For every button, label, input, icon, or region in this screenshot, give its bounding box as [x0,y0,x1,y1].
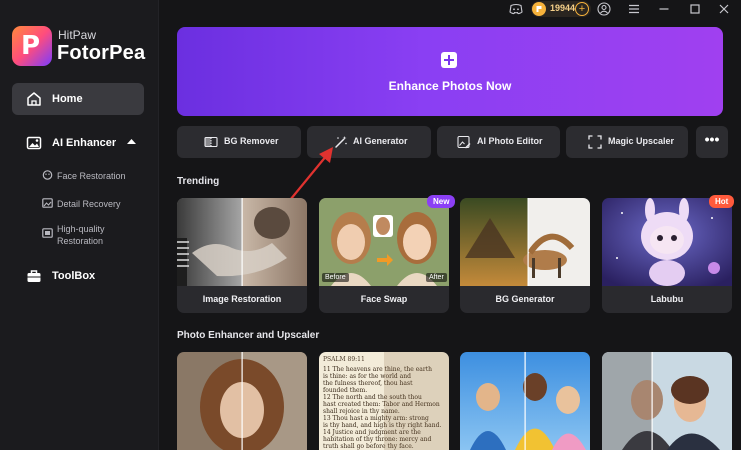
card-enhancer-document[interactable]: PSALM 89:11 11 The heavens are thine, th… [319,352,449,450]
sidebar-item-label: AI Enhancer [52,137,117,149]
blur-half-overlay [384,352,449,450]
before-label: Before [322,273,349,282]
ai-photo-editor-button[interactable]: AI Photo Editor [437,126,560,158]
card-bg-generator[interactable]: BG Generator [460,198,590,313]
minimize-icon[interactable] [657,2,671,16]
bg-remover-icon [204,136,218,148]
sidebar-item-ai-enhancer[interactable]: AI Enhancer [12,128,144,156]
card-label: Labubu [650,294,684,304]
chevron-up-icon[interactable] [127,138,136,145]
coin-balance[interactable]: 19944 + [531,1,591,17]
couple-photo-thumbnail [602,352,732,450]
tool-label: AI Generator [353,136,408,146]
tool-label: Magic Upscaler [608,136,675,146]
labubu-thumbnail [602,198,732,286]
menu-icon[interactable] [627,2,641,16]
psalm-line: founded them. [323,387,368,394]
sidebar-subitem-face-restoration[interactable]: Face Restoration [57,170,126,182]
card-enhancer-portrait[interactable] [177,352,307,450]
card-label: Face Swap [360,294,408,304]
add-coins-button[interactable]: + [575,2,589,16]
app-logo-icon: P [12,26,52,66]
coin-count: 19944 [550,3,576,13]
upscale-icon [588,135,602,149]
card-label: Image Restoration [202,294,282,304]
account-icon[interactable] [597,2,611,16]
sidebar-subitem-high-quality-restoration[interactable]: High-quality Restoration [57,223,137,247]
enhance-photos-button[interactable]: Enhance Photos Now [177,27,723,116]
group-photo-thumbnail [460,352,590,450]
sidebar-item-home[interactable]: Home [12,83,144,115]
card-image-restoration[interactable]: Image Restoration [177,198,307,313]
logo-letter: P [21,31,41,61]
card-enhancer-group[interactable] [460,352,590,450]
home-icon [27,92,41,106]
hero-label: Enhance Photos Now [388,79,512,93]
discord-icon[interactable] [509,2,523,16]
card-labubu[interactable]: Labubu [602,198,732,313]
card-label: BG Generator [495,294,555,304]
high-quality-restoration-icon [42,228,53,238]
card-enhancer-couple[interactable] [602,352,732,450]
detail-recovery-icon [42,198,53,208]
sidebar-item-label: Home [52,93,83,105]
more-tools-button[interactable]: ••• [696,126,728,158]
psalm-heading: PSALM 89:11 [323,356,365,363]
sidebar-subitem-detail-recovery[interactable]: Detail Recovery [57,198,121,210]
section-title-trending: Trending [177,176,220,187]
tool-label: AI Photo Editor [477,136,543,146]
brand-product: FotorPea [57,42,146,64]
toolbox-icon [27,270,41,282]
plus-icon [441,52,457,68]
sidebar-item-label: ToolBox [52,270,96,282]
sidebar-item-toolbox[interactable]: ToolBox [12,262,144,290]
sidebar: P HitPaw FotorPea Home AI Enhancer Face … [0,0,159,450]
maximize-icon[interactable] [688,2,702,16]
coin-icon [532,2,546,16]
face-restoration-icon [42,170,53,180]
close-icon[interactable] [717,2,731,16]
photo-edit-icon [457,135,471,149]
psalm-thumbnail: PSALM 89:11 11 The heavens are thine, th… [319,352,449,450]
brand-company: HitPaw [58,28,97,42]
image-enhance-icon [26,136,42,150]
magic-upscaler-button[interactable]: Magic Upscaler [566,126,688,158]
section-title-photo-enhancer: Photo Enhancer and Upscaler [177,330,320,341]
after-label: After [426,273,447,282]
portrait-thumbnail [177,352,307,450]
card-face-swap[interactable]: Before After Face Swap [319,198,449,313]
image-restoration-thumbnail [177,198,307,286]
hot-badge: Hot [709,195,735,208]
new-badge: New [427,195,456,208]
bg-generator-thumbnail [460,198,590,286]
